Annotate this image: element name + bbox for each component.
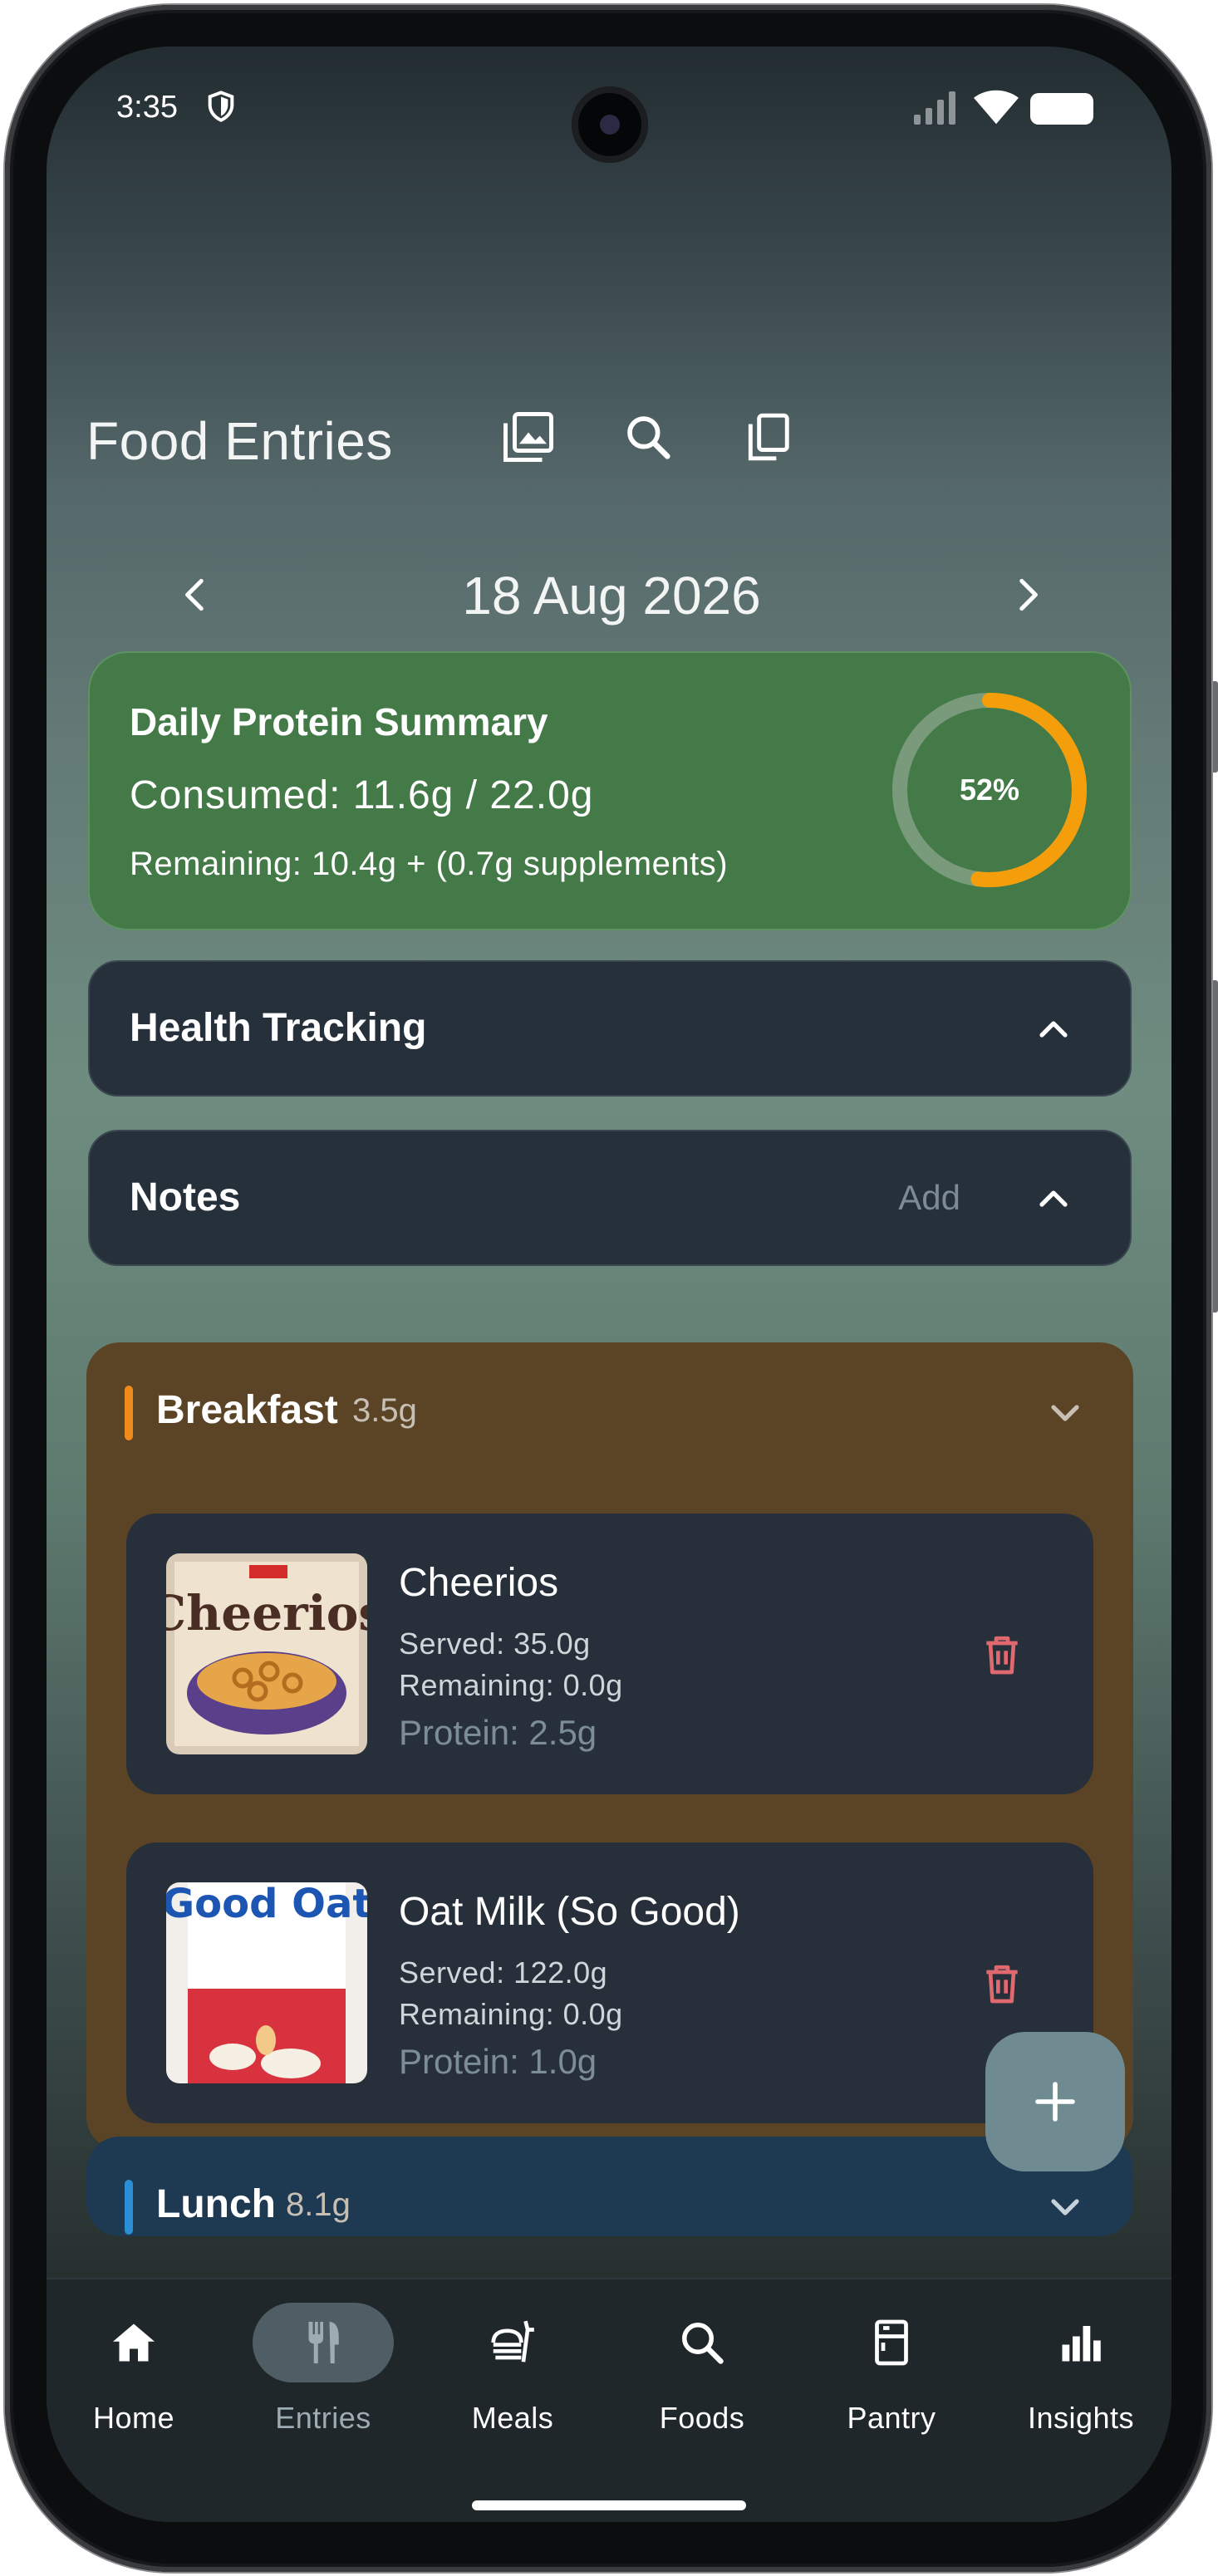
nav-label: Home	[92, 2401, 175, 2435]
chevron-right-icon	[1019, 578, 1038, 611]
status-time: 3:35	[116, 90, 178, 125]
notes-card[interactable]: Notes Add	[88, 1130, 1132, 1266]
food-remaining: Remaining: 0.0g	[399, 1997, 623, 2031]
meal-collapse-toggle[interactable]	[1032, 1379, 1098, 1445]
nav-label: Insights	[1027, 2401, 1135, 2435]
search-icon	[631, 2303, 773, 2382]
cutlery-icon	[253, 2303, 394, 2382]
gallery-icon	[503, 412, 553, 462]
search-button[interactable]	[615, 404, 681, 470]
food-name: Cheerios	[399, 1561, 559, 1605]
nav-label: Meals	[471, 2401, 554, 2435]
delete-entry-button[interactable]	[969, 1622, 1035, 1688]
food-served: Served: 35.0g	[399, 1627, 591, 1661]
pantry-icon	[821, 2303, 962, 2382]
home-indicator[interactable]	[472, 2500, 746, 2510]
food-thumbnail: Good Oat	[166, 1882, 367, 2083]
bar-chart-icon	[1010, 2303, 1152, 2382]
summary-remaining: Remaining: 10.4g + (0.7g supplements)	[130, 846, 729, 882]
thumbnail-brand-text: Cheerios	[166, 1585, 367, 1641]
notes-toggle[interactable]	[1020, 1166, 1087, 1233]
chevron-up-icon	[1039, 1021, 1068, 1038]
notes-add-button[interactable]: Add	[898, 1178, 960, 1218]
delete-entry-button[interactable]	[969, 1950, 1035, 2017]
screen: 3:35 Food Entries 18 Aug 2026 Daily Prot…	[47, 47, 1171, 2522]
health-tracking-toggle[interactable]	[1020, 997, 1087, 1063]
nav-item-home[interactable]: Home	[55, 2303, 213, 2469]
notes-label: Notes	[130, 1175, 241, 1219]
meal-protein-amount: 8.1g	[286, 2186, 351, 2223]
meal-name[interactable]: Breakfast	[156, 1387, 338, 1433]
top-app-bar: Food Entries	[86, 395, 1133, 478]
page-title: Food Entries	[86, 411, 393, 471]
add-entry-fab[interactable]	[985, 2032, 1125, 2171]
current-date[interactable]: 18 Aug 2026	[130, 565, 1093, 626]
plus-icon	[1035, 2082, 1075, 2122]
nav-item-insights[interactable]: Insights	[1002, 2303, 1160, 2469]
nav-item-pantry[interactable]: Pantry	[813, 2303, 970, 2469]
thumbnail-brand-text: Good Oat	[166, 1882, 367, 1927]
food-remaining: Remaining: 0.0g	[399, 1668, 623, 1702]
gallery-button[interactable]	[495, 404, 562, 470]
meal-section-breakfast: Breakfast 3.5g Cheerios	[86, 1342, 1133, 2150]
signal-icon	[914, 91, 955, 125]
nav-item-meals[interactable]: Meals	[434, 2303, 592, 2469]
nav-label: Foods	[659, 2401, 745, 2435]
food-protein: Protein: 1.0g	[399, 2042, 597, 2081]
summary-title: Daily Protein Summary	[130, 700, 548, 743]
food-entry[interactable]: Cheerios Cheerios Served: 35.0g Remainin…	[126, 1514, 1093, 1794]
shield-icon	[208, 91, 234, 122]
search-icon	[627, 416, 670, 459]
meal-accent-bar	[125, 2180, 133, 2235]
nav-label: Entries	[275, 2401, 371, 2435]
food-thumbnail: Cheerios	[166, 1553, 367, 1754]
chevron-down-icon	[1051, 1405, 1079, 1421]
copy-icon	[748, 413, 789, 461]
status-bar: 3:35	[47, 47, 1171, 163]
nav-item-entries[interactable]: Entries	[244, 2303, 402, 2469]
wifi-icon	[974, 90, 1019, 125]
date-navigator: 18 Aug 2026	[130, 553, 1093, 636]
copy-button[interactable]	[734, 404, 801, 470]
food-name: Oat Milk (So Good)	[399, 1890, 740, 1934]
chevron-up-icon	[1039, 1190, 1068, 1207]
meal-name[interactable]: Lunch	[156, 2181, 276, 2227]
next-day-button[interactable]	[994, 562, 1060, 628]
power-button	[1211, 980, 1218, 1313]
food-entry[interactable]: Good Oat Oat Milk (So Good) Served: 122.…	[126, 1842, 1093, 2123]
phone-device: 3:35 Food Entries 18 Aug 2026 Daily Prot…	[0, 0, 1218, 2576]
chevron-down-icon	[1051, 2199, 1079, 2215]
protein-summary-card[interactable]: Daily Protein Summary Consumed: 11.6g / …	[88, 651, 1132, 930]
meal-protein-amount: 3.5g	[352, 1392, 417, 1429]
trash-icon	[986, 1965, 1018, 2004]
meal-accent-bar	[125, 1386, 133, 1440]
progress-percent: 52%	[959, 773, 1020, 807]
home-icon	[63, 2303, 204, 2382]
nav-label: Pantry	[847, 2401, 936, 2435]
battery-icon	[1030, 93, 1093, 125]
meal-section-lunch: Lunch 8.1g	[86, 2137, 1133, 2236]
volume-up-button	[1211, 681, 1218, 773]
bottom-navigation: Home Entries Meals Foods Pantry Insights	[47, 2278, 1171, 2522]
summary-consumed: Consumed: 11.6g / 22.0g	[130, 773, 594, 817]
front-camera	[572, 86, 648, 163]
health-tracking-label: Health Tracking	[130, 1006, 427, 1050]
nav-item-foods[interactable]: Foods	[623, 2303, 781, 2469]
trash-icon	[986, 1636, 1018, 1675]
meal-collapse-toggle[interactable]	[1032, 2173, 1098, 2236]
food-served: Served: 122.0g	[399, 1955, 608, 1990]
protein-progress-ring: 52%	[886, 686, 1093, 894]
meals-icon	[442, 2303, 583, 2382]
health-tracking-card[interactable]: Health Tracking	[88, 960, 1132, 1097]
food-protein: Protein: 2.5g	[399, 1713, 597, 1752]
